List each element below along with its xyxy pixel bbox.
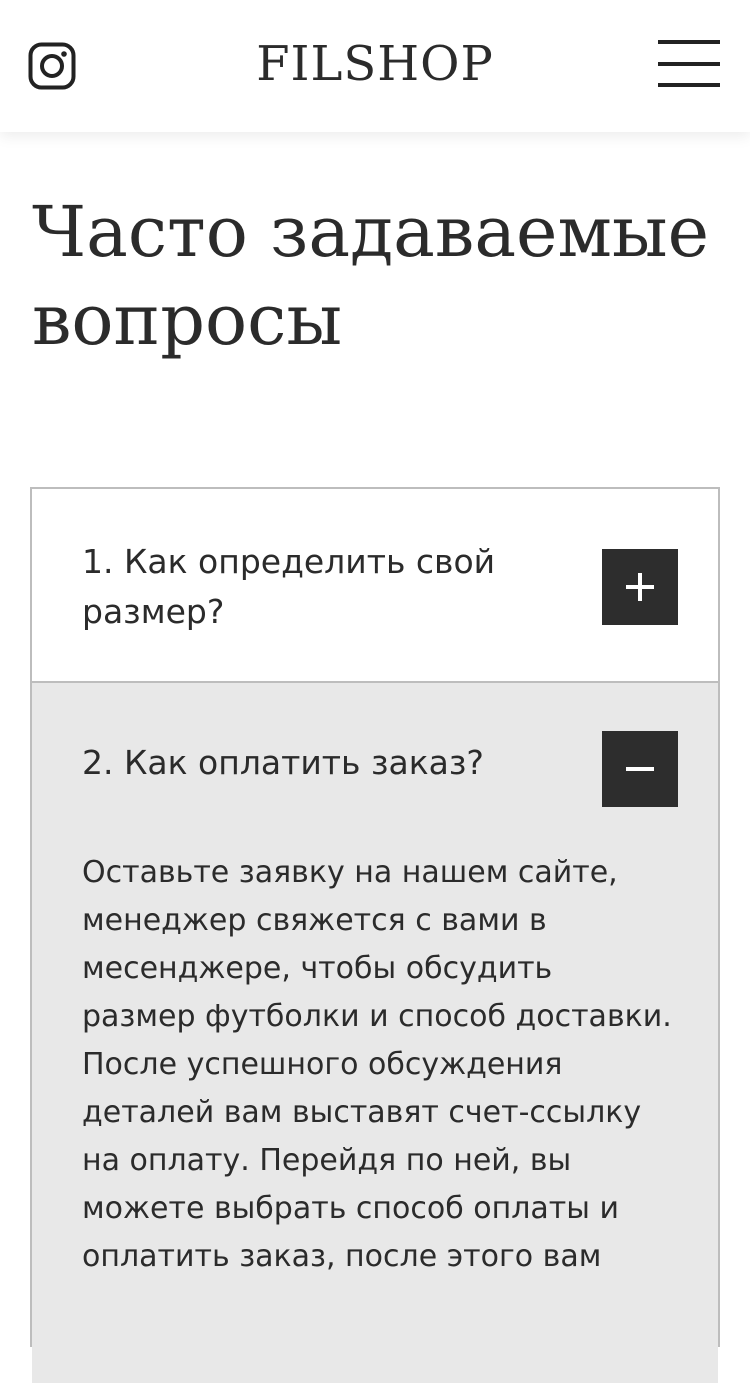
faq-answer-2: Оставьте заявку на нашем сайте, менеджер… [82, 855, 672, 1274]
faq-question-2[interactable]: 2. Как оплатить заказ? [82, 738, 562, 788]
faq-question-1[interactable]: 1. Как определить свой размер? [82, 537, 562, 637]
hamburger-menu-icon[interactable] [658, 40, 720, 88]
plus-icon[interactable] [602, 549, 678, 625]
site-header: FILSHOP [0, 0, 750, 132]
faq-item-1[interactable]: 1. Как определить свой размер? [32, 489, 718, 683]
faq-accordion: 1. Как определить свой размер? 2. Как оп… [30, 487, 720, 1383]
brand-logo[interactable]: FILSHOP [0, 36, 750, 92]
page-title: Часто задаваемые вопросы [32, 191, 710, 361]
minus-icon[interactable] [602, 731, 678, 807]
faq-item-2[interactable]: 2. Как оплатить заказ? Оставьте заявку н… [32, 683, 718, 1383]
